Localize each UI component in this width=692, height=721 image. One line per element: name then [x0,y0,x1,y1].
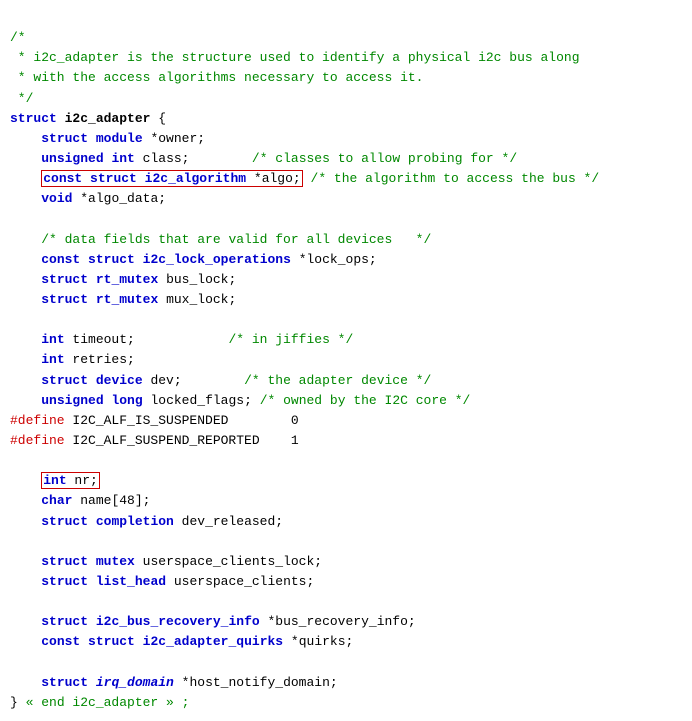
code-display: /* * i2c_adapter is the structure used t… [10,8,682,713]
highlighted-algo-line: const struct i2c_algorithm *algo; [41,170,302,187]
comment-block: /* * i2c_adapter is the structure used t… [10,30,580,105]
highlighted-nr-line: int nr; [41,472,100,489]
